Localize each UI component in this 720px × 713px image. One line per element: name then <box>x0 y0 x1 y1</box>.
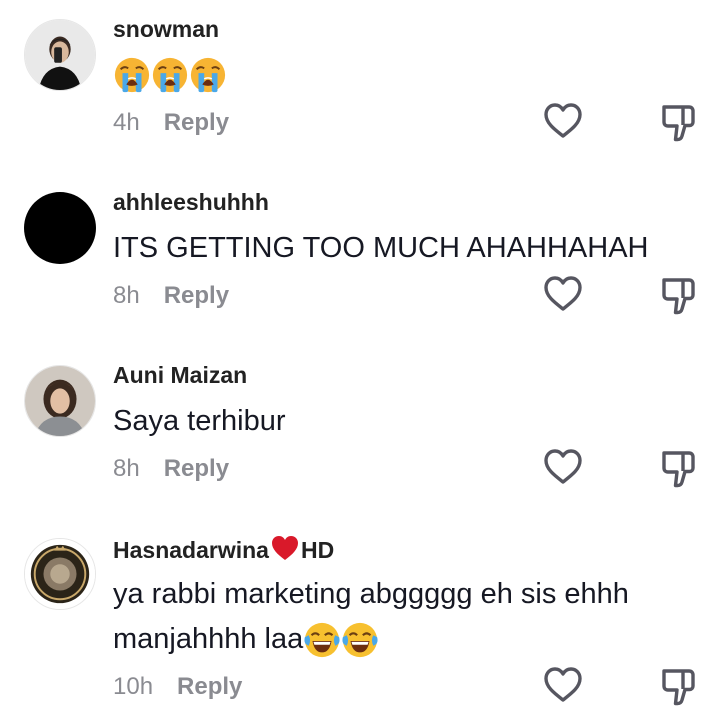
username-suffix: HD <box>300 537 335 563</box>
comment-time: 10h <box>113 673 154 700</box>
face-with-tears-of-joy-icon <box>303 621 341 659</box>
loudly-crying-face-icon <box>113 56 151 94</box>
comment-meta: 8h Reply <box>113 282 229 310</box>
reply-button[interactable]: Reply <box>164 282 229 310</box>
username[interactable]: ahhleeshuhhh <box>113 189 269 216</box>
username[interactable]: snowman <box>113 16 219 43</box>
comment-meta: 10h Reply <box>113 673 242 701</box>
loudly-crying-face-icon <box>151 56 189 94</box>
red-heart-icon <box>271 535 299 561</box>
like-button[interactable] <box>542 447 584 487</box>
thumbs-down-outline-icon <box>656 664 700 708</box>
avatar[interactable] <box>24 192 96 264</box>
comment-meta: 8h Reply <box>113 455 229 483</box>
username-text: Hasnadarwina <box>113 537 269 563</box>
avatar[interactable] <box>24 365 96 437</box>
comment-text: ya rabbi marketing abggggg eh sis ehhh <box>113 578 629 610</box>
dislike-button[interactable] <box>656 446 700 490</box>
dislike-button[interactable] <box>656 664 700 708</box>
reply-button[interactable]: Reply <box>177 673 242 701</box>
dislike-button[interactable] <box>656 100 700 144</box>
heart-outline-icon <box>542 447 584 487</box>
heart-outline-icon <box>542 101 584 141</box>
thumbs-down-outline-icon <box>656 100 700 144</box>
comment-emojis <box>113 52 227 96</box>
like-button[interactable] <box>542 665 584 705</box>
like-button[interactable] <box>542 274 584 314</box>
face-with-tears-of-joy-icon <box>341 621 379 659</box>
heart-outline-icon <box>542 665 584 705</box>
reply-button[interactable]: Reply <box>164 109 229 137</box>
comment-text: ITS GETTING TOO MUCH AHAHHAHAH <box>113 232 649 264</box>
loudly-crying-face-icon <box>189 56 227 94</box>
thumbs-down-outline-icon <box>656 273 700 317</box>
dislike-button[interactable] <box>656 273 700 317</box>
heart-outline-icon <box>542 274 584 314</box>
avatar[interactable] <box>24 538 96 610</box>
comment-text: Saya terhibur <box>113 405 286 437</box>
comment-text-line2: manjahhhh laa <box>113 617 379 661</box>
like-button[interactable] <box>542 101 584 141</box>
comment-time: 8h <box>113 282 140 309</box>
thumbs-down-outline-icon <box>656 446 700 490</box>
comment-text-continued: manjahhhh laa <box>113 623 304 655</box>
reply-button[interactable]: Reply <box>164 455 229 483</box>
username[interactable]: Auni Maizan <box>113 362 247 389</box>
comment-time: 4h <box>113 109 140 136</box>
comment-time: 8h <box>113 455 140 482</box>
username[interactable]: Hasnadarwina HD <box>113 535 334 564</box>
comment-meta: 4h Reply <box>113 109 229 137</box>
avatar[interactable] <box>24 19 96 91</box>
